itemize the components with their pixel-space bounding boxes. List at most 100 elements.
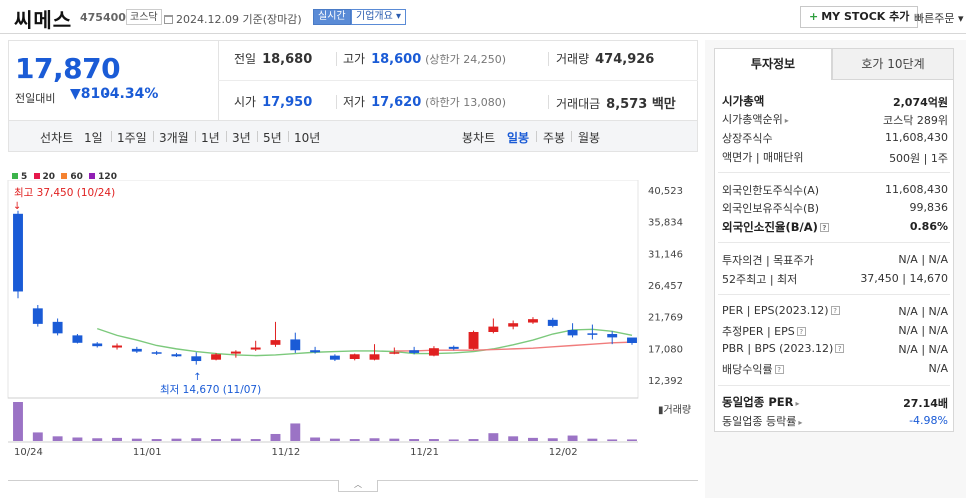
amount-label: 거래대금 <box>556 97 601 111</box>
candle-weekly[interactable]: 주봉 <box>543 129 565 146</box>
y-tick-label: 21,769 <box>648 313 683 324</box>
prev-close-value: 18,680 <box>262 52 313 67</box>
change-rate: -4.34% <box>104 86 159 102</box>
period-3m[interactable]: 3개월 <box>159 129 189 146</box>
quick-order-button[interactable]: 빠른주문 ▾ <box>914 10 964 26</box>
opinion-label: 투자의견 | 목표주가 <box>722 254 814 267</box>
market-cap-rank-value: 코스닥 289위 <box>883 114 948 127</box>
volume-bar <box>310 437 321 441</box>
candle-monthly[interactable]: 월봉 <box>578 129 600 146</box>
period-3y[interactable]: 3년 <box>232 129 251 146</box>
volume-bar <box>409 439 420 441</box>
help-icon[interactable]: ? <box>835 344 845 353</box>
est-per-value: N/A | N/A <box>898 324 948 337</box>
volume-bar <box>587 438 598 441</box>
help-icon[interactable]: ? <box>774 365 784 374</box>
trade-amount: 거래대금 8,573 백만 <box>556 93 676 112</box>
price-chart[interactable]: 40,523 35,834 31,146 26,457 21,769 17,080 12,3… <box>0 180 700 480</box>
candle-body <box>131 348 142 352</box>
period-1y[interactable]: 1년 <box>201 129 220 146</box>
ma5-swatch <box>12 173 18 179</box>
sector-per-label[interactable]: 동일업종 PER ▸ <box>722 394 799 410</box>
volume-bar <box>528 437 538 441</box>
candle-body <box>151 352 162 354</box>
est-per-label: 추정PER | EPS? <box>722 323 806 339</box>
volume-bar <box>191 438 202 441</box>
change-label: 전일대비 <box>15 92 56 105</box>
volume-bar <box>230 438 241 441</box>
est-per-label-text: 추정PER | EPS <box>722 325 795 338</box>
candle-body <box>191 356 202 362</box>
tab-investment-info[interactable]: 투자정보 <box>714 48 832 80</box>
divider <box>257 131 258 142</box>
help-icon[interactable]: ? <box>830 306 840 315</box>
period-10y[interactable]: 10년 <box>294 129 320 146</box>
current-price: 17,870 <box>15 52 121 85</box>
high-annotation: 최고 37,450 (10/24) <box>14 187 115 199</box>
candle-body <box>389 352 400 354</box>
prev-close-label: 전일 <box>234 52 257 66</box>
collapse-chart-button[interactable]: ︿ <box>338 480 378 492</box>
dividend-label: 배당수익률? <box>722 361 784 377</box>
y-tick-label: 12,392 <box>648 376 683 387</box>
candle-body <box>290 339 301 351</box>
y-tick-label: 40,523 <box>648 186 683 197</box>
reference-date: 2024.12.09 기준(장마감) <box>164 11 302 27</box>
candle-body <box>528 319 538 323</box>
volume-bar <box>508 436 519 441</box>
down-arrow-icon: ↓ <box>13 201 21 212</box>
candle-body <box>112 345 122 348</box>
volume-bar <box>32 432 43 441</box>
candle-body <box>72 335 83 343</box>
company-info-button[interactable]: 기업개요 ▾ <box>351 9 406 25</box>
week52-label: 52주최고 | 최저 <box>722 273 798 286</box>
dividend-label-text: 배당수익률 <box>722 363 773 376</box>
help-icon[interactable]: ? <box>819 223 829 232</box>
volume-bar <box>547 438 558 441</box>
candle-body <box>310 350 321 353</box>
candle-body <box>171 354 182 357</box>
volume-bar <box>92 438 103 441</box>
open-price: 시가 17,950 <box>234 93 312 110</box>
foreign-ratio-text: 외국인소진율(B/A) <box>722 220 818 234</box>
tab-orderbook[interactable]: 호가 10단계 <box>832 48 954 80</box>
candle-body <box>230 351 241 354</box>
opinion-value: N/A | N/A <box>898 253 948 266</box>
market-cap-rank-label: 시가총액순위 ▸ <box>722 111 789 127</box>
divider <box>718 242 950 243</box>
sector-per-text: 동일업종 PER <box>722 395 794 409</box>
low-value: 17,620 <box>371 95 422 110</box>
chevron-right-icon: ▸ <box>798 418 803 427</box>
volume-bar <box>171 438 182 441</box>
candle-body <box>32 308 43 324</box>
add-mystock-button[interactable]: + MY STOCK 추가 <box>800 6 919 28</box>
face-value-value: 500원 | 1주 <box>889 152 948 165</box>
ma120-swatch <box>89 173 96 179</box>
divider <box>218 80 698 81</box>
line-chart-label: 선차트 <box>40 131 74 145</box>
sector-change-label[interactable]: 동일업종 등락률 ▸ <box>722 413 802 429</box>
period-1d[interactable]: 1일 <box>84 129 103 146</box>
divider <box>718 172 950 173</box>
high-value: 18,600 <box>371 52 422 67</box>
volume-bar <box>211 439 222 441</box>
pbr-label-text: PBR | BPS (2023.12) <box>722 342 834 355</box>
y-tick-label: 17,080 <box>648 344 683 355</box>
realtime-button[interactable]: 실시간 <box>313 9 351 25</box>
candle-body <box>428 348 439 356</box>
stock-code: 475400 <box>80 11 126 24</box>
volume-bar <box>428 439 439 441</box>
reference-date-text: 2024.12.09 기준(장마감) <box>176 13 302 26</box>
period-1w[interactable]: 1주일 <box>117 129 147 146</box>
y-tick-label: 35,834 <box>648 218 683 229</box>
pbr-label: PBR | BPS (2023.12)? <box>722 342 845 355</box>
high-price: 고가 18,600 (상한가 24,250) <box>343 50 506 67</box>
candle-body <box>52 321 63 334</box>
per-value: N/A | N/A <box>898 305 948 318</box>
candle-body <box>270 340 281 345</box>
period-5y[interactable]: 5년 <box>263 129 282 146</box>
help-icon[interactable]: ? <box>796 327 806 336</box>
add-mystock-label: MY STOCK 추가 <box>821 10 910 23</box>
x-tick-label: 11/01 <box>133 447 162 458</box>
candle-daily[interactable]: 일봉 <box>507 129 529 146</box>
